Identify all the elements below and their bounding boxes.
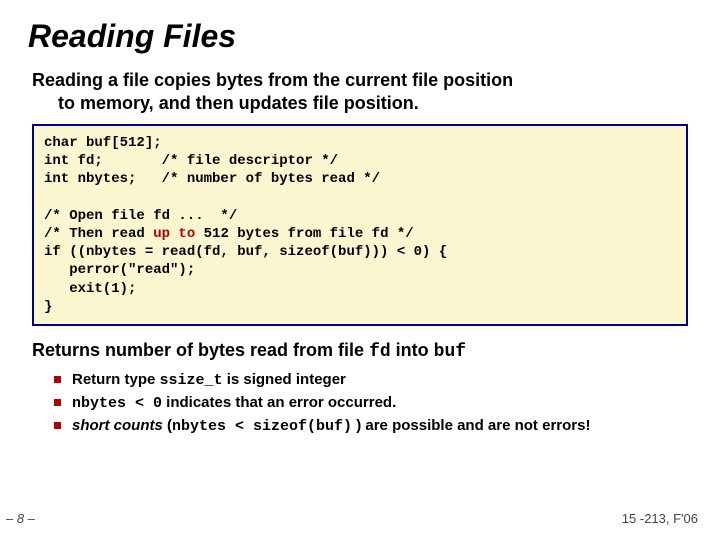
code-line: exit(1); [44, 281, 136, 297]
code-line: char buf[512]; [44, 135, 162, 151]
code-line: if ((nbytes = read(fd, buf, sizeof(buf))… [44, 244, 447, 260]
code-emphasis: up to [153, 226, 195, 242]
returns-fd: fd [369, 342, 391, 362]
list-item: Return type ssize_t is signed integer [72, 370, 692, 391]
code-line: 512 bytes from file fd */ [195, 226, 413, 242]
code-line: } [44, 299, 52, 315]
page-number: – 8 – [6, 511, 35, 526]
bullet-text: is signed integer [223, 371, 346, 388]
code-line: int fd; /* file descriptor */ [44, 153, 338, 169]
list-item: short counts (nbytes < sizeof(buf) ) are… [72, 416, 692, 437]
footer-course: 15 -213, F'06 [622, 511, 698, 526]
returns-part: Returns number of bytes read from file [32, 340, 369, 360]
returns-part: into [391, 340, 434, 360]
code-line: perror("read"); [44, 262, 195, 278]
bullet-text: ( [163, 417, 172, 434]
returns-text: Returns number of bytes read from file f… [28, 340, 692, 362]
list-item: nbytes < 0 indicates that an error occur… [72, 393, 692, 414]
code-block: char buf[512]; int fd; /* file descripto… [32, 124, 688, 326]
slide-title: Reading Files [28, 18, 692, 55]
bullet-text: indicates that an error occurred. [162, 394, 396, 411]
code-line: /* Open file fd ... */ [44, 208, 237, 224]
bullet-mono: ssize_t [160, 372, 223, 389]
bullet-text: Return type [72, 371, 160, 388]
bullet-text: ) are possible and are not errors! [352, 417, 590, 434]
code-line: /* Then read [44, 226, 153, 242]
returns-buf: buf [434, 342, 466, 362]
subtitle-line-1: Reading a file copies bytes from the cur… [32, 70, 513, 90]
bullet-em: short counts [72, 417, 163, 434]
bullet-mono: nbytes < sizeof(buf) [172, 418, 352, 435]
bullet-mono: nbytes < 0 [72, 395, 162, 412]
code-line: int nbytes; /* number of bytes read */ [44, 171, 380, 187]
bullet-list: Return type ssize_t is signed integer nb… [28, 370, 692, 438]
subtitle-line-2: to memory, and then updates file positio… [32, 92, 692, 115]
slide-subtitle: Reading a file copies bytes from the cur… [28, 69, 692, 114]
